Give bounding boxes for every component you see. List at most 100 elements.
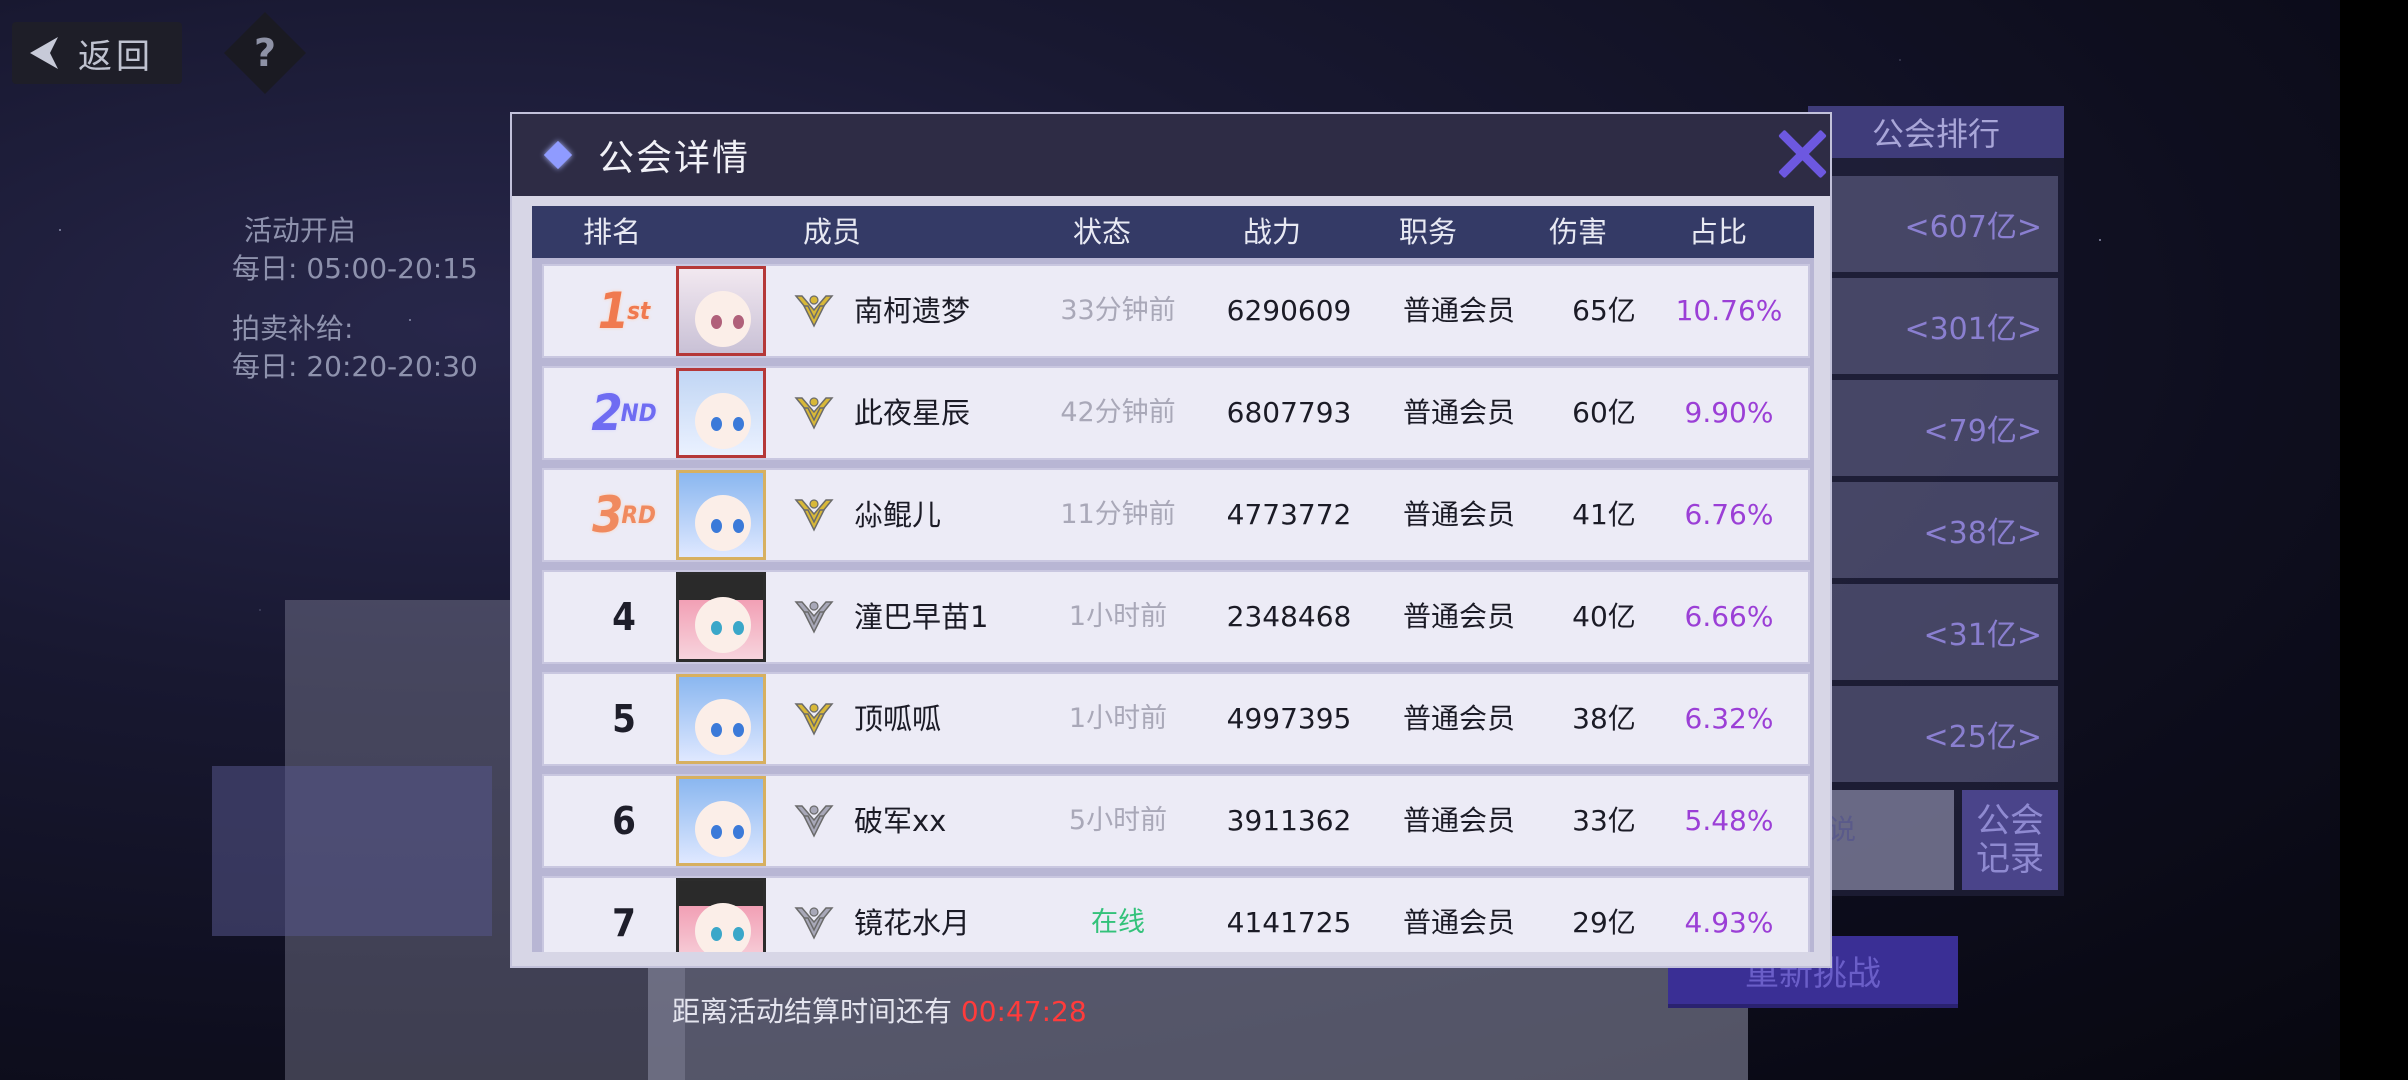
rank-suffix: RD: [621, 501, 656, 529]
member-duty: 普通会员: [1402, 498, 1515, 531]
member-status: 42分钟前: [1060, 397, 1176, 428]
diamond-icon: [543, 140, 573, 170]
member-name: 镜花水月: [854, 906, 971, 940]
rank-number: 6: [612, 799, 636, 843]
member-ratio: 6.66%: [1684, 600, 1774, 633]
member-power: 2348468: [1226, 600, 1352, 633]
avatar-eye: [733, 927, 744, 941]
avatar-eye: [711, 417, 722, 431]
avatar-face: [695, 903, 751, 952]
member-status: 1小时前: [1068, 703, 1168, 734]
rank-label: 4: [584, 572, 664, 662]
back-label: 返回: [78, 36, 154, 77]
ranking-row[interactable]: <31亿>: [1818, 584, 2058, 680]
member-row[interactable]: 6 破军xx 5小时前 3911362 普通会员 33亿 5.48%: [542, 774, 1810, 868]
member-damage: 33亿: [1572, 804, 1636, 837]
rank-label: 1st: [584, 266, 664, 356]
member-avatar[interactable]: [676, 266, 766, 356]
dialog-title: 公会详情: [598, 138, 751, 179]
avatar-eye: [733, 723, 744, 737]
silver-rank-badge-icon: [794, 805, 834, 838]
member-duty: 普通会员: [1402, 396, 1515, 429]
column-header-status: 状态: [1072, 215, 1131, 249]
close-icon[interactable]: [1774, 126, 1830, 182]
member-avatar[interactable]: [676, 368, 766, 458]
member-table[interactable]: 排名 成员 状态 战力 职务 伤害 占比 1st 南柯遗梦 33分钟前 6290609…: [532, 206, 1814, 952]
rules-info-box[interactable]: 说: [1818, 790, 1954, 890]
help-icon: ?: [253, 31, 277, 75]
rank-number: 3: [592, 486, 624, 544]
rank-number: 5: [612, 697, 636, 741]
column-header-duty: 职务: [1398, 215, 1457, 249]
member-avatar[interactable]: [676, 674, 766, 764]
member-row[interactable]: 3 RD 尛鲲儿 11分钟前 4773772 普通会员 41亿 6.76%: [542, 468, 1810, 562]
avatar-eye: [711, 723, 722, 737]
avatar-eye: [711, 825, 722, 839]
help-button[interactable]: ?: [223, 11, 307, 95]
ranking-row[interactable]: <25亿>: [1818, 686, 2058, 782]
member-power: 3911362: [1226, 804, 1352, 837]
member-duty: 普通会员: [1402, 294, 1515, 327]
member-avatar[interactable]: [676, 776, 766, 866]
ranking-row[interactable]: <301亿>: [1818, 278, 2058, 374]
column-header-member: 成员: [802, 215, 861, 249]
avatar-eye: [733, 825, 744, 839]
member-ratio: 5.48%: [1684, 804, 1774, 837]
member-ratio: 6.76%: [1684, 498, 1774, 531]
member-name: 顶呱呱: [854, 702, 942, 736]
back-button[interactable]: 返回: [12, 22, 182, 84]
member-power: 4773772: [1226, 498, 1352, 531]
guild-record-button[interactable]: 公会 记录: [1962, 790, 2058, 890]
ranking-row[interactable]: <79亿>: [1818, 380, 2058, 476]
activity-open-label: 活动开启: [244, 214, 357, 247]
column-header-ratio: 占比: [1688, 215, 1747, 249]
member-row[interactable]: 2 ND 此夜星辰 42分钟前 6807793 普通会员 60亿 9.90%: [542, 366, 1810, 460]
dialog-header: 公会详情: [512, 114, 1830, 196]
member-row[interactable]: 7 镜花水月 在线 4141725 普通会员 29亿 4.93%: [542, 876, 1810, 952]
member-avatar[interactable]: [676, 572, 766, 662]
avatar-eye: [733, 417, 744, 431]
member-damage: 40亿: [1572, 600, 1636, 633]
auction-label: 拍卖补给:: [232, 312, 354, 345]
member-row[interactable]: 1st 南柯遗梦 33分钟前 6290609 普通会员 65亿 10.76%: [542, 264, 1810, 358]
member-status: 33分钟前: [1060, 295, 1176, 326]
rank-number: 7: [612, 901, 636, 945]
member-power: 4997395: [1226, 702, 1352, 735]
activity-info: 活动开启 每日: 05:00-20:15 拍卖补给: 每日: 20:20-20:…: [232, 212, 478, 386]
rank-label: 6: [584, 776, 664, 866]
rank-suffix: st: [627, 297, 651, 325]
guild-ranking-tab[interactable]: 公会排行: [1808, 106, 2064, 158]
background-panel: [212, 766, 492, 936]
rank-number: 4: [612, 595, 636, 639]
column-header-power: 战力: [1242, 215, 1301, 249]
ranking-row[interactable]: <38亿>: [1818, 482, 2058, 578]
member-name: 南柯遗梦: [854, 294, 971, 328]
avatar-eye: [711, 927, 722, 941]
avatar-eye: [711, 621, 722, 635]
back-arrow-icon: [30, 37, 58, 69]
member-avatar[interactable]: [676, 878, 766, 952]
countdown-time: 00:47:28: [960, 995, 1087, 1028]
member-row[interactable]: 4 潼巴早苗1 1小时前 2348468 普通会员 40亿 6.66%: [542, 570, 1810, 664]
avatar-eye: [711, 519, 722, 533]
column-header-rank: 排名: [582, 215, 641, 249]
member-ratio: 4.93%: [1684, 906, 1774, 939]
auction-time: 每日: 20:20-20:30: [232, 350, 478, 383]
member-status: 1小时前: [1068, 601, 1168, 632]
member-name: 此夜星辰: [854, 396, 971, 430]
member-status: 5小时前: [1068, 805, 1168, 836]
member-damage: 65亿: [1572, 294, 1636, 327]
member-name: 尛鲲儿: [854, 498, 942, 532]
countdown-label: 距离活动结算时间还有: [672, 995, 953, 1028]
member-name: 破军xx: [854, 804, 947, 838]
member-power: 4141725: [1226, 906, 1352, 939]
member-status: 11分钟前: [1060, 499, 1176, 530]
member-avatar[interactable]: [676, 470, 766, 560]
member-duty: 普通会员: [1402, 600, 1515, 633]
silver-rank-badge-icon: [794, 907, 834, 940]
ranking-row[interactable]: <607亿>: [1818, 176, 2058, 272]
member-row[interactable]: 5 顶呱呱 1小时前 4997395 普通会员 38亿 6.32%: [542, 672, 1810, 766]
column-header-damage: 伤害: [1548, 215, 1607, 249]
avatar-eye: [733, 621, 744, 635]
rank-label: 5: [584, 674, 664, 764]
